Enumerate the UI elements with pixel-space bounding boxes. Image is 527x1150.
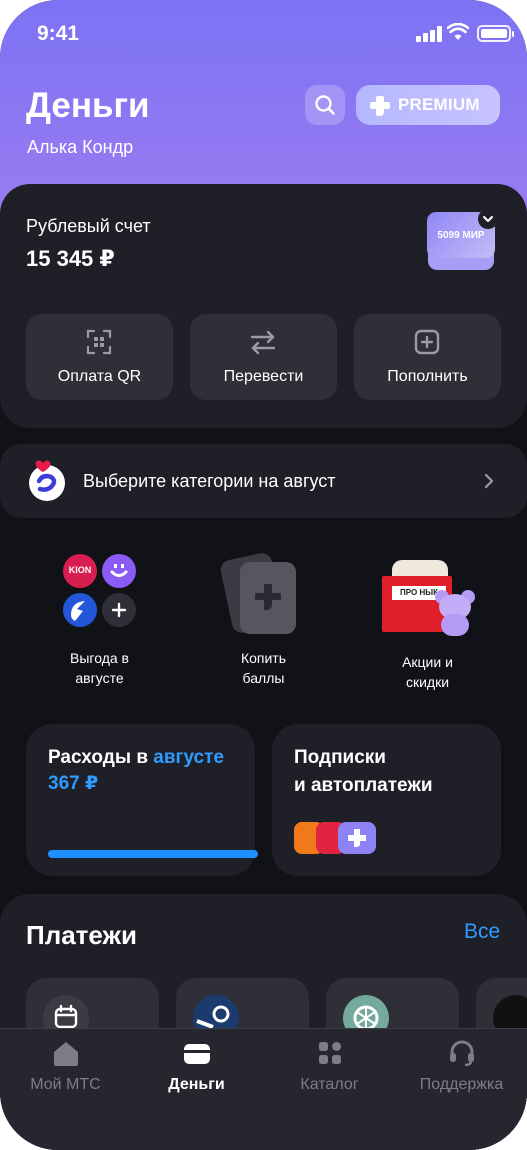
points-plus-icon bbox=[255, 584, 281, 610]
chevron-right-icon bbox=[484, 473, 494, 489]
partner-logos: KION bbox=[12, 548, 187, 648]
promo-deals-discounts[interactable]: ПРО НЫК Акции и скидки bbox=[340, 548, 515, 692]
add-partner-icon bbox=[102, 593, 136, 627]
catalog-icon bbox=[318, 1042, 341, 1064]
speed-app-icon bbox=[63, 593, 97, 627]
premium-label: PREMIUM bbox=[398, 95, 480, 114]
subscriptions-card[interactable]: Подписки и автоплатежи bbox=[272, 724, 501, 876]
smile-app-icon bbox=[102, 554, 136, 588]
promo-august-line2: августе bbox=[75, 670, 124, 686]
tab-bar: Мой МТС Деньги Каталог Поддержка bbox=[0, 1028, 527, 1150]
top-up-button[interactable]: Пополнить bbox=[354, 314, 501, 400]
user-name: Алька Кондр bbox=[27, 137, 134, 157]
expenses-progress-bar bbox=[48, 850, 258, 858]
tab-money[interactable]: Деньги bbox=[131, 1029, 262, 1109]
promo-deals-line2: скидки bbox=[405, 674, 450, 690]
transfer-label: Перевести bbox=[223, 368, 304, 385]
cashback-logo-icon bbox=[29, 460, 65, 501]
account-card[interactable]: Рублевый счет 15 345 ₽ 5099 МИР Оплата Q… bbox=[0, 184, 527, 428]
payments-all-link[interactable]: Все bbox=[464, 920, 500, 944]
promo-deals-line1: Акции и bbox=[402, 654, 453, 670]
tab-my-mts[interactable]: Мой МТС bbox=[0, 1029, 131, 1109]
points-cards-image bbox=[176, 548, 351, 648]
expenses-amount: 367 ₽ bbox=[48, 773, 99, 794]
status-bar: 9:41 bbox=[0, 0, 527, 66]
kion-logo-icon: KION bbox=[63, 554, 97, 588]
teddy-bear-icon bbox=[435, 590, 475, 636]
transfer-button[interactable]: Перевести bbox=[190, 314, 337, 400]
wallet-icon bbox=[183, 1044, 210, 1064]
tab-money-label: Деньги bbox=[168, 1076, 225, 1093]
transfer-arrows-icon bbox=[250, 330, 276, 355]
promo-points-line2: баллы bbox=[242, 670, 285, 686]
pay-qr-button[interactable]: Оплата QR bbox=[26, 314, 173, 400]
payments-title: Платежи bbox=[26, 920, 137, 950]
promo-august-benefits[interactable]: KION Выгода в августе bbox=[12, 548, 187, 688]
expenses-title-month: августе bbox=[153, 747, 224, 768]
account-balance: 15 345 ₽ bbox=[26, 246, 115, 271]
deals-image: ПРО НЫК bbox=[340, 548, 515, 652]
tab-support[interactable]: Поддержка bbox=[396, 1029, 527, 1109]
plus-square-icon bbox=[414, 329, 440, 355]
home-icon bbox=[53, 1042, 78, 1066]
promo-save-points[interactable]: Копить баллы bbox=[176, 548, 351, 688]
bank-card-selector[interactable]: 5099 МИР bbox=[427, 209, 498, 274]
premium-plus-icon bbox=[370, 96, 390, 116]
top-up-label: Пополнить bbox=[387, 368, 468, 385]
subscriptions-title-line1: Подписки bbox=[294, 747, 386, 768]
expenses-title: Расходы в августе bbox=[48, 744, 224, 772]
page-title: Деньги bbox=[26, 86, 150, 125]
chevron-down-icon[interactable] bbox=[478, 209, 498, 229]
qr-scan-icon bbox=[86, 329, 112, 355]
search-icon bbox=[315, 95, 335, 115]
tab-support-label: Поддержка bbox=[419, 1076, 504, 1093]
expenses-card[interactable]: Расходы в августе 367 ₽ bbox=[26, 724, 258, 876]
category-banner[interactable]: Выберите категории на август bbox=[0, 444, 527, 518]
subscriptions-title-line2: и автоплатежи bbox=[294, 775, 433, 796]
tab-catalog-label: Каталог bbox=[300, 1076, 359, 1093]
expenses-title-prefix: Расходы в bbox=[48, 747, 149, 768]
account-actions: Оплата QR Перевести Пополнить bbox=[26, 314, 501, 400]
tab-catalog[interactable]: Каталог bbox=[264, 1029, 395, 1109]
promo-points-line1: Копить bbox=[240, 650, 287, 666]
card-label: 5099 МИР bbox=[437, 229, 485, 241]
category-banner-text: Выберите категории на август bbox=[83, 471, 336, 491]
wifi-icon bbox=[447, 23, 469, 40]
promo-august-line1: Выгода в bbox=[70, 650, 129, 666]
headset-icon bbox=[449, 1040, 474, 1067]
subscription-app-icons bbox=[294, 822, 384, 856]
tab-my-mts-label: Мой МТС bbox=[30, 1076, 101, 1093]
premium-button[interactable]: PREMIUM bbox=[356, 85, 500, 125]
search-button[interactable] bbox=[305, 85, 345, 125]
phone-screen: 9:41 Деньги Алька Кондр PREMIUM Рублевый… bbox=[0, 0, 527, 1150]
premium-subscription-icon bbox=[338, 822, 376, 854]
status-time: 9:41 bbox=[37, 22, 80, 45]
battery-icon bbox=[477, 25, 514, 42]
cellular-signal-icon bbox=[416, 26, 442, 42]
pay-qr-label: Оплата QR bbox=[57, 368, 142, 385]
account-label: Рублевый счет bbox=[26, 216, 151, 236]
